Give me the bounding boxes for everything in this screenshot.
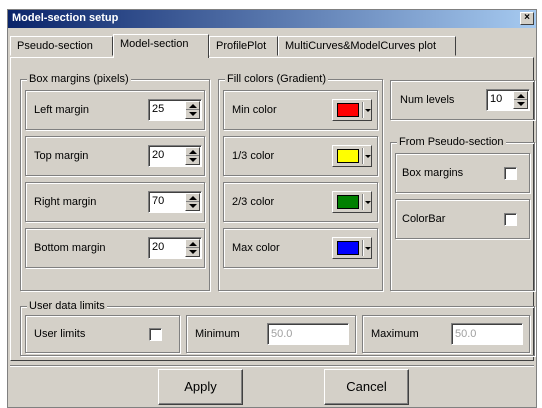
- minimum-row: Minimum 50.0: [186, 315, 356, 353]
- max-color-picker[interactable]: [332, 237, 372, 259]
- cancel-button[interactable]: Cancel: [324, 369, 409, 405]
- top-margin-value: 20: [152, 149, 165, 161]
- maximum-value: 50.0: [455, 328, 477, 340]
- min-color-label: Min color: [232, 104, 277, 116]
- max-color-label: Max color: [232, 242, 280, 254]
- max-color-row: Max color: [223, 228, 378, 268]
- left-margin-label: Left margin: [34, 104, 90, 116]
- maximum-row: Maximum 50.0: [362, 315, 530, 353]
- right-margin-label: Right margin: [34, 196, 97, 208]
- right-margin-row: Right margin 70: [25, 182, 205, 222]
- dropdown-arrow-icon: [365, 109, 371, 112]
- pseudo-box-margins-row: Box margins: [395, 153, 530, 193]
- num-levels-label: Num levels: [400, 94, 455, 106]
- min-color-picker[interactable]: [332, 99, 372, 121]
- setup-dialog: Model-section setup × Pseudo-section Mod…: [7, 9, 537, 408]
- model-section-panel: Box margins (pixels) Left margin 25 Top …: [10, 57, 535, 361]
- tab-model-section[interactable]: Model-section: [113, 34, 209, 58]
- minimum-field[interactable]: 50.0: [267, 323, 349, 345]
- spinner-arrows-icon[interactable]: [185, 239, 200, 257]
- tab-pseudo-section[interactable]: Pseudo-section: [10, 36, 113, 56]
- from-pseudo-group: From Pseudo-section Box margins ColorBar: [390, 136, 535, 291]
- close-button[interactable]: ×: [520, 12, 534, 25]
- box-margins-title: Box margins (pixels): [27, 73, 131, 85]
- min-color-swatch: [337, 103, 359, 117]
- window-title: Model-section setup: [12, 12, 119, 24]
- min-color-row: Min color: [223, 90, 378, 130]
- user-limits-row: User limits: [25, 315, 180, 353]
- fill-colors-title: Fill colors (Gradient): [225, 73, 329, 85]
- max-color-swatch: [337, 241, 359, 255]
- left-margin-spinner[interactable]: 25: [148, 99, 202, 121]
- pseudo-colorbar-label: ColorBar: [402, 213, 446, 225]
- box-margins-group: Box margins (pixels) Left margin 25 Top …: [20, 73, 210, 291]
- maximum-field[interactable]: 50.0: [451, 323, 523, 345]
- bottom-margin-label: Bottom margin: [34, 242, 106, 254]
- left-margin-value: 25: [152, 103, 165, 115]
- tab-profileplot[interactable]: ProfilePlot: [209, 36, 278, 56]
- num-levels-value: 10: [490, 93, 503, 105]
- fill-colors-group: Fill colors (Gradient) Min color 1/3 col…: [218, 73, 383, 291]
- user-limits-label: User limits: [34, 328, 86, 340]
- num-levels-row: Num levels 10: [390, 80, 535, 120]
- user-limits-checkbox[interactable]: [149, 328, 162, 341]
- spinner-arrows-icon[interactable]: [513, 91, 528, 109]
- dropdown-arrow-icon: [365, 201, 371, 204]
- third1-color-row: 1/3 color: [223, 136, 378, 176]
- num-levels-spinner[interactable]: 10: [486, 89, 530, 111]
- left-margin-row: Left margin 25: [25, 90, 205, 130]
- spinner-arrows-icon[interactable]: [185, 101, 200, 119]
- third1-color-picker[interactable]: [332, 145, 372, 167]
- title-bar: Model-section setup ×: [8, 10, 536, 28]
- pseudo-box-margins-label: Box margins: [402, 167, 464, 179]
- dropdown-arrow-icon: [365, 247, 371, 250]
- pseudo-box-margins-checkbox[interactable]: [504, 167, 517, 180]
- maximum-label: Maximum: [371, 328, 419, 340]
- pseudo-colorbar-row: ColorBar: [395, 199, 530, 239]
- minimum-value: 50.0: [271, 328, 293, 340]
- third2-color-picker[interactable]: [332, 191, 372, 213]
- dropdown-arrow-icon: [365, 155, 371, 158]
- third2-color-label: 2/3 color: [232, 196, 275, 208]
- bottom-margin-spinner[interactable]: 20: [148, 237, 202, 259]
- right-margin-value: 70: [152, 195, 165, 207]
- user-limits-group: User data limits User limits Minimum 50.…: [20, 300, 535, 356]
- third1-color-swatch: [337, 149, 359, 163]
- bottom-margin-value: 20: [152, 241, 165, 253]
- user-limits-title: User data limits: [27, 300, 107, 312]
- tab-multicurves[interactable]: MultiCurves&ModelCurves plot: [278, 36, 456, 56]
- third1-color-label: 1/3 color: [232, 150, 275, 162]
- spinner-arrows-icon[interactable]: [185, 193, 200, 211]
- minimum-label: Minimum: [195, 328, 240, 340]
- pseudo-colorbar-checkbox[interactable]: [504, 213, 517, 226]
- apply-button[interactable]: Apply: [158, 369, 243, 405]
- top-margin-spinner[interactable]: 20: [148, 145, 202, 167]
- right-margin-spinner[interactable]: 70: [148, 191, 202, 213]
- top-margin-label: Top margin: [34, 150, 89, 162]
- third2-color-swatch: [337, 195, 359, 209]
- close-icon: ×: [524, 12, 530, 23]
- top-margin-row: Top margin 20: [25, 136, 205, 176]
- third2-color-row: 2/3 color: [223, 182, 378, 222]
- bottom-margin-row: Bottom margin 20: [25, 228, 205, 268]
- from-pseudo-title: From Pseudo-section: [397, 136, 506, 148]
- button-separator: [10, 365, 534, 366]
- spinner-arrows-icon[interactable]: [185, 147, 200, 165]
